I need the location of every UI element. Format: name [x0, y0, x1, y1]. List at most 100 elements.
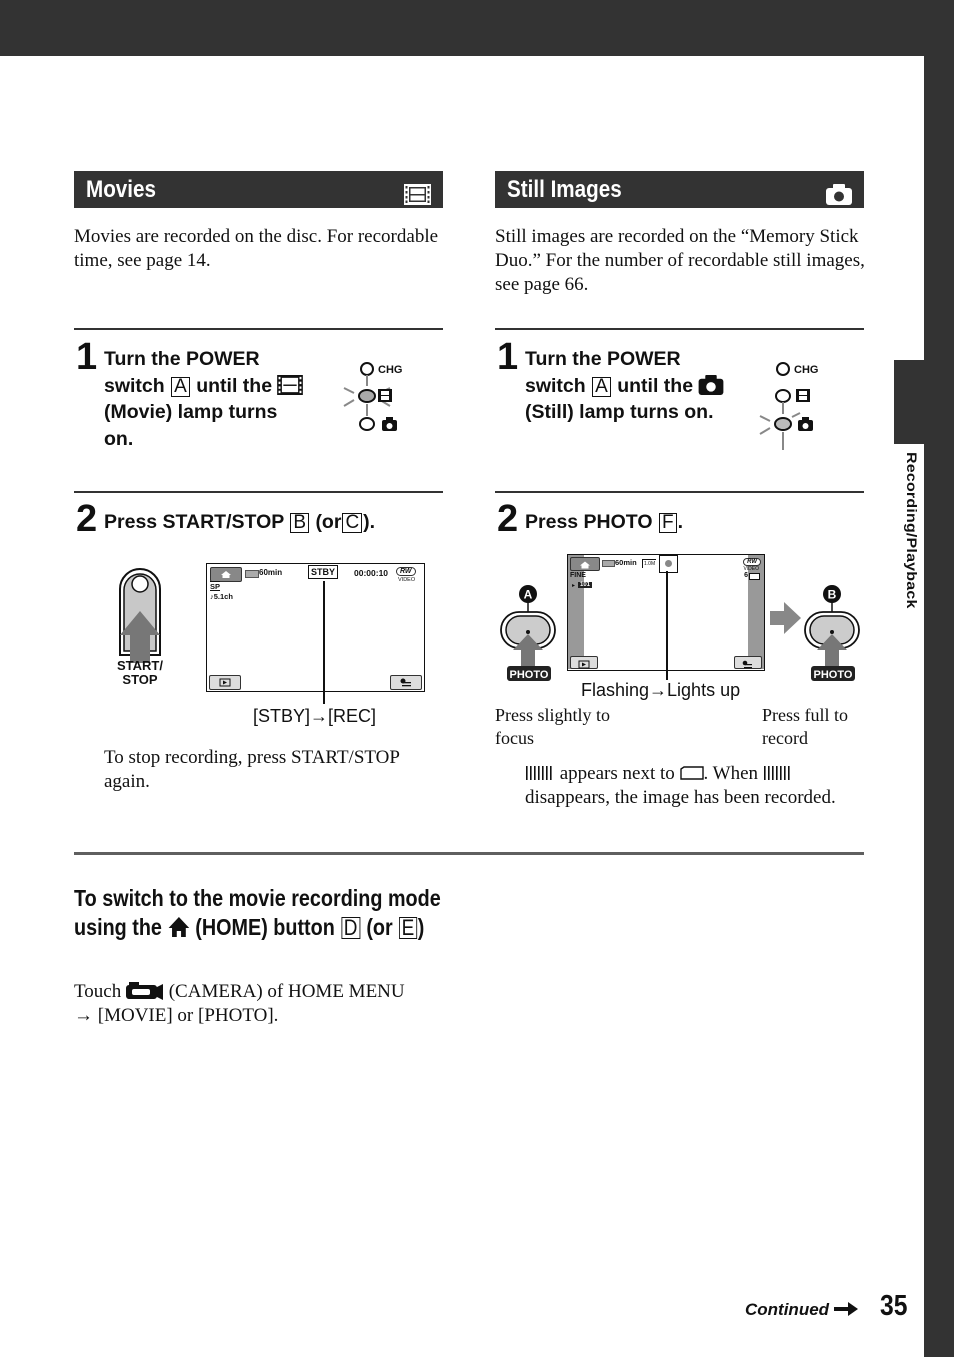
focus-callout: Flashing→Lights up: [581, 680, 741, 700]
film-strip-icon: [277, 374, 304, 397]
battery-remaining: 60min: [259, 568, 283, 577]
divider: [74, 491, 443, 493]
disc-type-icon: RW: [396, 567, 416, 576]
still-step1-text: Turn the POWER switch A until the (Still…: [525, 346, 735, 426]
image-quality: FINE: [570, 572, 586, 579]
still-images-heading-bar: Still Images: [495, 171, 864, 208]
battery-icon: [602, 560, 615, 567]
movies-step1-text: Turn the POWER switch A until the (Movie…: [104, 346, 304, 452]
page-number: 35: [880, 1290, 908, 1322]
option-icon: [742, 660, 752, 669]
movie-lamp-lit-icon: [358, 389, 376, 403]
still-step2-text: Press PHOTO F.: [525, 511, 683, 533]
section-tab: [894, 360, 924, 444]
photo-button-full-press: B PHOTO: [803, 584, 863, 684]
battery-icon: [245, 570, 259, 578]
home-icon: [167, 914, 189, 940]
continued-arrow-icon: [833, 1300, 858, 1319]
continued-label: Continued: [745, 1300, 858, 1320]
power-lamp-diagram-still: CHG: [752, 358, 842, 453]
divider: [74, 328, 443, 330]
camera-icon: [798, 417, 813, 431]
movies-intro: Movies are recorded on the disc. For rec…: [74, 226, 439, 271]
switch-mode-body: Touch (CAMERA) of HOME MENU → [MOVIE] or…: [74, 981, 405, 1026]
chg-lamp-icon: [360, 362, 374, 376]
folder-number: 101: [578, 582, 593, 588]
movies-stop-note: To stop recording, press START/STOP agai…: [104, 747, 400, 792]
option-icon: [400, 678, 411, 687]
photo-label: PHOTO: [814, 669, 853, 681]
film-strip-icon: [378, 389, 392, 402]
recording-bars-icon: [525, 763, 555, 784]
home-button[interactable]: [570, 557, 600, 571]
film-strip-icon: [404, 179, 431, 216]
next-step-arrow-icon: [770, 602, 802, 639]
disc-type-icon: RW: [743, 558, 761, 566]
label-box-a: A: [171, 376, 190, 397]
memory-stick-icon: [749, 573, 760, 580]
home-icon: [580, 561, 590, 569]
chg-label: CHG: [794, 364, 818, 376]
option-button[interactable]: [734, 656, 762, 669]
camera-icon: [826, 179, 852, 216]
badge-a: A: [524, 588, 533, 602]
playback-button[interactable]: [570, 656, 598, 669]
label-box-c: C: [342, 513, 363, 533]
label-box-e: E: [399, 917, 417, 939]
chg-lamp-icon: [776, 362, 790, 376]
recording-bars-icon: [763, 763, 793, 784]
callout-line: [323, 581, 325, 704]
callout-line: [666, 571, 668, 680]
status-indicator: STBY: [308, 565, 339, 579]
audio-mode: ♪5.1ch: [210, 592, 233, 601]
label-box-a: A: [592, 376, 611, 397]
still-intro: Still images are recorded on the “Memory…: [495, 226, 865, 295]
photo-button-half-press: A PHOTO: [499, 584, 559, 684]
movie-lcd-screen: 60min STBY 00:00:10 RW VIDEO SP ♪5.1ch: [206, 563, 425, 692]
step-number: 1: [497, 336, 519, 378]
home-icon: [221, 571, 231, 578]
step-number: 1: [76, 336, 98, 378]
label-box-b: B: [290, 513, 310, 533]
start-stop-label-1: START/: [117, 658, 163, 673]
section-divider: [74, 852, 864, 855]
status-callout: [STBY]→[REC]: [253, 706, 377, 726]
caption-full-press: Press full to record: [762, 705, 849, 748]
camera-icon: [382, 417, 397, 431]
label-box-d: D: [341, 917, 360, 939]
still-lamp-lit-icon: [774, 417, 792, 431]
option-button[interactable]: [390, 675, 422, 690]
switch-mode-heading: To switch to the movie recording mode us…: [74, 885, 441, 940]
start-stop-label-2: STOP: [122, 672, 158, 687]
recording-quality: SP: [210, 582, 221, 591]
movie-lamp-icon: [775, 389, 791, 403]
remaining-shots: 6: [744, 572, 748, 579]
still-images-heading: Still Images: [507, 176, 622, 203]
still-record-note: appears next to . When disappears, the i…: [525, 763, 836, 808]
still-lamp-icon: [359, 417, 375, 431]
camera-body-icon: [125, 981, 164, 1002]
divider: [495, 328, 864, 330]
film-strip-icon: [796, 389, 810, 402]
time-counter: 00:00:10: [354, 568, 389, 578]
section-tab-label: Recording/Playback: [903, 452, 919, 609]
badge-b: B: [828, 588, 837, 602]
top-band: [0, 0, 954, 56]
power-lamp-diagram-movie: CHG: [336, 358, 426, 438]
movies-heading-bar: Movies: [74, 171, 443, 208]
play-icon: [578, 660, 590, 669]
memory-stick-icon: [679, 763, 704, 784]
camera-icon: [698, 374, 724, 397]
caption-half-press: Press slightly to focus: [495, 705, 611, 748]
play-icon: [219, 678, 231, 687]
focus-indicator: [659, 555, 678, 573]
movies-step2-text: Press START/STOP B (or C).: [104, 511, 376, 533]
start-stop-button-illustration: START/ STOP: [112, 563, 168, 693]
movies-heading: Movies: [86, 176, 156, 203]
right-edge-band: [924, 0, 954, 1357]
playback-button[interactable]: [209, 675, 241, 690]
photo-label: PHOTO: [510, 669, 549, 681]
label-box-f: F: [658, 513, 677, 533]
home-button[interactable]: [210, 567, 242, 582]
battery-remaining: 60min: [615, 558, 637, 567]
